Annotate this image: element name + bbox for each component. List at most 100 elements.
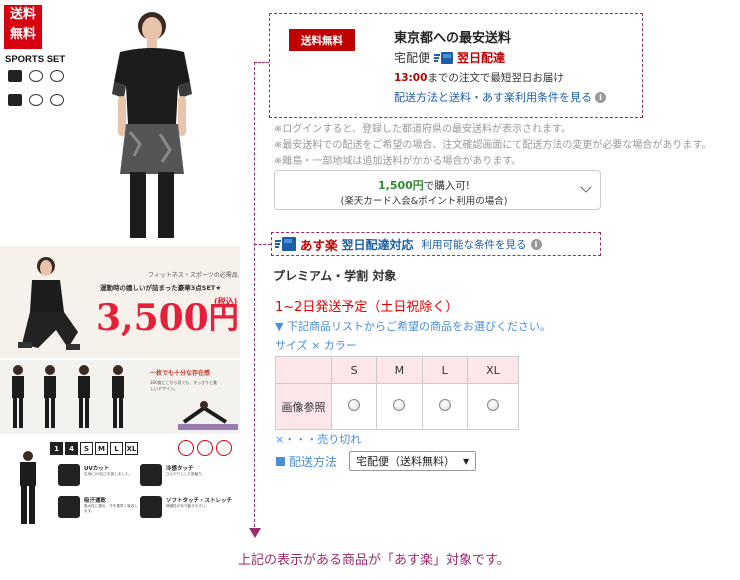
banner-price: 3,500 円! (税込) <box>96 297 240 339</box>
points-price-amount: 1,500円 <box>377 179 424 192</box>
sku-option-row: 画像参照 <box>275 383 520 430</box>
asuraku-conditions-link[interactable]: 利用可能な条件を見る <box>422 237 527 252</box>
radio-size-l[interactable] <box>438 399 451 411</box>
radio-size-s[interactable] <box>348 399 361 411</box>
catch-small-text: フィットネス・スポーツの必需品 <box>148 272 238 279</box>
info-icon[interactable]: i <box>595 91 606 103</box>
size-col-xl: XL <box>466 356 520 384</box>
ship-method-select[interactable]: 宅配便（送料無料） ▼ <box>349 451 477 471</box>
choose-product-note: ▼ 下記商品リストからご希望の商品をお選びください。 <box>275 320 551 333</box>
cool-touch-icon <box>48 94 66 110</box>
model-yoga-photo <box>178 401 238 430</box>
info-icon[interactable]: i <box>530 238 542 250</box>
size-icon-l: L <box>110 442 123 455</box>
feature-title: UVカット <box>84 466 110 472</box>
points-price-dropdown[interactable]: 1,500円で購入可! (楽天カード入会&ポイント利用の場合) <box>274 170 601 210</box>
dry-icon <box>27 70 45 86</box>
shipping-schedule: 1~2日発送予定（土日祝除く） <box>275 300 459 315</box>
shipping-deadline: 13:00までの注文で最短翌日お届け <box>394 70 564 85</box>
asuraku-next-day: 翌日配達対応 <box>341 237 414 252</box>
asuraku-row: あす楽 翌日配達対応 利用可能な条件を見る i <box>275 235 542 253</box>
feature-desc: 生地にUV加工を施しました。 <box>84 472 133 476</box>
shipping-conditions-link[interactable]: 配送方法と送料・あす楽利用条件を見る i <box>394 89 606 105</box>
model-small-photo <box>20 451 36 524</box>
size-col-s: S <box>330 356 378 384</box>
uv-cut-icon <box>6 94 24 110</box>
ship-method-label-text: 配送方法 <box>289 454 338 469</box>
product-banner-price: フィットネス・スポーツの必需品 運動時の嬉しいが詰まった豪華3点SET★ 3,5… <box>0 246 240 358</box>
color-row-label: 画像参照 <box>275 383 332 430</box>
shipping-conditions-link-text[interactable]: 配送方法と送料・あす楽利用条件を見る <box>394 89 592 105</box>
sku-cell-xl[interactable] <box>466 383 520 430</box>
chevron-down-icon[interactable] <box>580 181 592 193</box>
sku-cell-s[interactable] <box>330 383 378 430</box>
radio-size-xl[interactable] <box>486 399 499 411</box>
product-banner-models: 一枚でも十分な存在感 360度どこから見ても、すっきりと美しいデザイン。 <box>0 360 240 434</box>
bottom-message: 上記の表示がある商品が「あす楽」対象です。 <box>238 553 510 568</box>
size-col-m: M <box>376 356 423 384</box>
size-col-l: L <box>421 356 468 384</box>
quick-dry-icon <box>27 94 45 110</box>
banner-price-tax: (税込) <box>214 297 238 306</box>
radio-size-m[interactable] <box>393 399 406 411</box>
size-icon-4: 4 <box>65 442 78 455</box>
ship-method-label: 配送方法 <box>276 453 337 470</box>
size-icon-s: S <box>80 442 93 455</box>
points-price-line: 1,500円で購入可! <box>275 177 573 193</box>
shipping-method: 宅配便 翌日配達 <box>394 49 505 66</box>
size-icon-xl: XL <box>125 442 138 455</box>
shipping-next-day: 翌日配達 <box>457 51 506 65</box>
product-banner-main: 送料 無料 SPORTS SET <box>0 0 240 244</box>
mail-icon <box>216 440 232 456</box>
points-condition: (楽天カード入会&ポイント利用の場合) <box>340 196 508 207</box>
shipping-note-login: ※ログインすると、登録した都道府県の最安送料が表示されます。 <box>274 124 571 135</box>
stretch-icon <box>48 70 66 86</box>
uv-shirt-icon <box>58 464 80 486</box>
banner-price-number: 3,500 <box>96 297 209 339</box>
feature-title: 吸汗速乾 <box>84 498 107 504</box>
sku-corner-cell <box>275 356 332 384</box>
next-day-logo-icon <box>434 51 454 64</box>
feature-title: ソフトタッチ・ストレッチ <box>166 498 233 504</box>
sports-set-label: SPORTS SET <box>5 54 66 65</box>
sku-cell-l[interactable] <box>421 383 468 430</box>
size-color-label: サイズ × カラー <box>275 339 357 352</box>
sweat-icon <box>6 70 24 86</box>
cool-wave-icon <box>140 464 162 486</box>
free-badge-line1: 送料 <box>9 7 36 22</box>
points-price-suffix: で購入可! <box>423 180 470 192</box>
free-shipping-badge: 送料 無料 <box>4 5 42 49</box>
soldout-legend: ×・・・売り切れ <box>275 433 362 446</box>
feature-desc: ひんやりとした肌触り。 <box>166 472 206 476</box>
free-badge-line2: 無料 <box>9 27 36 42</box>
sku-table: S M L XL 画像参照 <box>275 356 520 430</box>
feature-title: 冷感タッチ <box>166 466 194 472</box>
shipping-deadline-time: 13:00 <box>394 72 428 84</box>
arrow-down-icon <box>249 528 261 538</box>
size-icon-row: 1 4 S M L XL <box>50 442 138 455</box>
feature-desc: 吸水性に優れ、汗を素早く吸収します。 <box>84 504 138 513</box>
feature-icon-grid <box>6 70 72 118</box>
panel3-subtext: 360度どこから見ても、すっきりと美しいデザイン。 <box>150 380 218 391</box>
guide-line-middle <box>254 244 271 245</box>
sku-cell-m[interactable] <box>376 383 423 430</box>
feature-desc: 伸縮性があり動きやすい。 <box>166 504 210 508</box>
shipping-deadline-text: までの注文で最短翌日お届け <box>427 72 564 84</box>
caret-down-icon[interactable]: ▼ <box>463 457 469 466</box>
sku-header-row: S M L XL <box>275 356 520 384</box>
shipping-note-islands: ※離島・一部地域は追加送料がかかる場合があります。 <box>274 156 522 167</box>
size-icon-1: 1 <box>50 442 63 455</box>
asuraku-title: あす楽 <box>300 237 338 253</box>
free-shipping-label: 送料無料 <box>289 29 355 51</box>
square-bullet-icon <box>276 456 285 466</box>
model-row-photo <box>12 365 124 428</box>
heart-stretch-icon <box>140 496 162 518</box>
shipping-note-method: ※最安送料での配送をご希望の場合、注文確認画面にて配送方法の変更が必要な場合があ… <box>274 140 712 151</box>
ship-method-select-value: 宅配便（送料無料） <box>356 455 456 468</box>
panel3-heading: 一枚でも十分な存在感 <box>150 370 211 377</box>
premium-label: プレミアム・学割 対象 <box>273 269 397 283</box>
red-badge-row <box>178 440 232 456</box>
catch-main-text: 運動時の嬉しいが詰まった豪華3点SET★ <box>100 284 222 292</box>
ship-method-row: 配送方法 宅配便（送料無料） ▼ <box>276 451 477 471</box>
washable-icon <box>197 440 213 456</box>
